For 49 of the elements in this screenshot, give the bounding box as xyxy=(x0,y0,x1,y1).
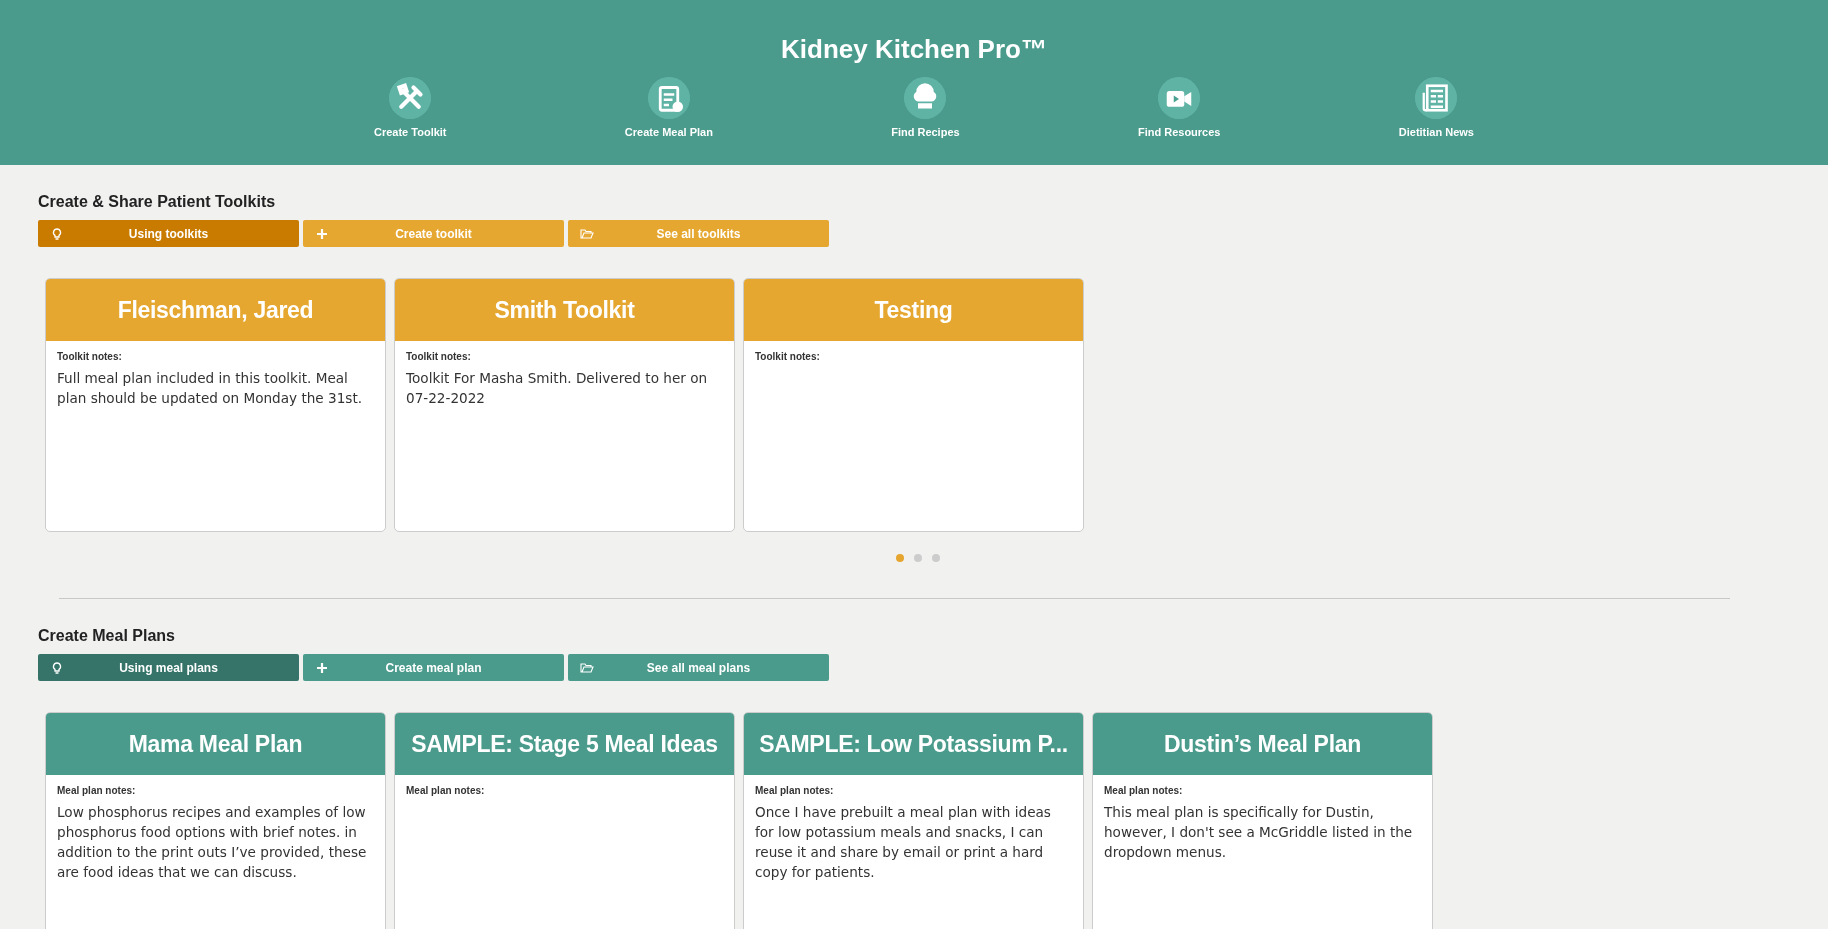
pager-dot[interactable] xyxy=(896,554,904,562)
card-notes: This meal plan is specifically for Dustin, however, I don't see a McGriddle listed in the dropdown menus. xyxy=(1104,803,1414,862)
action-button[interactable]: See all toolkits xyxy=(568,220,829,247)
action-button[interactable]: Create meal plan xyxy=(303,654,564,681)
card-title: Testing xyxy=(744,279,1083,341)
nav-link[interactable]: Find Recipes xyxy=(891,77,960,138)
card-title: Dustin’s Meal Plan xyxy=(1093,713,1432,775)
plan-card[interactable]: Fleischman, Jared Toolkit notes: Full meal plan included in this toolkit. Meal plan should be updated on Monday the 31st. xyxy=(45,278,386,532)
folder-icon xyxy=(580,660,594,675)
action-button[interactable]: Using meal plans xyxy=(38,654,299,681)
action-button[interactable]: Using toolkits xyxy=(38,220,299,247)
plan-card[interactable]: Testing Toolkit notes: xyxy=(743,278,1084,532)
folder-icon xyxy=(580,226,594,241)
lightbulb-icon xyxy=(50,226,64,241)
nav-link[interactable]: Dietitian News xyxy=(1398,77,1474,138)
pager-dot[interactable] xyxy=(932,554,940,562)
card-notes: Once I have prebuilt a meal plan with ideas for low potassium meals and snacks, I can reuse it and share by email or print a hard copy for patients. xyxy=(755,803,1052,882)
card-notes: Toolkit For Masha Smith. Delivered to her on 07-22-2022 xyxy=(406,369,709,408)
notes-label: Meal plan notes: xyxy=(57,785,137,796)
card-notes: Low phosphorus recipes and examples of low phosphorus food options with brief notes. in addition to the print outs I’ve provided, these are food ideas that we can discuss. xyxy=(57,803,368,882)
app-title: Kidney Kitchen Pro™ xyxy=(781,34,1047,65)
notes-label: Toolkit notes: xyxy=(755,351,821,362)
action-button[interactable]: See all meal plans xyxy=(568,654,829,681)
card-title: Smith Toolkit xyxy=(395,279,734,341)
plus-icon xyxy=(315,226,329,241)
action-button[interactable]: Create toolkit xyxy=(303,220,564,247)
section-heading: Create & Share Patient Toolkits xyxy=(38,193,277,211)
nav-link[interactable]: Create Meal Plan xyxy=(624,77,713,138)
section-heading: Create Meal Plans xyxy=(38,627,176,645)
card-title: Fleischman, Jared xyxy=(46,279,385,341)
card-title: Mama Meal Plan xyxy=(46,713,385,775)
lightbulb-icon xyxy=(50,660,64,675)
card-title: SAMPLE: Stage 5 Meal Ideas xyxy=(395,713,734,775)
plan-card[interactable] xyxy=(45,712,386,929)
notes-label: Toolkit notes: xyxy=(57,351,123,362)
pager-dot[interactable] xyxy=(914,554,922,562)
plus-icon xyxy=(315,660,329,675)
plan-card[interactable]: SAMPLE: Stage 5 Meal Ideas Meal plan notes: xyxy=(394,712,735,929)
nav-link[interactable]: Find Resources xyxy=(1137,77,1221,138)
plan-card[interactable]: SAMPLE: Low Potassium P... Meal plan notes: Once I have prebuilt a meal plan with ideas for low potassium meals and snacks, I can reuse it and share by email or print a hard copy for patients. xyxy=(743,712,1084,929)
nav-link[interactable]: Create Toolkit xyxy=(374,77,447,138)
plan-card[interactable]: Smith Toolkit Toolkit notes: Toolkit For Masha Smith. Delivered to her on 07-22-2022 xyxy=(394,278,735,532)
card-title: SAMPLE: Low Potassium P... xyxy=(744,713,1083,775)
notes-label: Meal plan notes: xyxy=(1104,785,1184,796)
notes-label: Meal plan notes: xyxy=(406,785,486,796)
notes-label: Toolkit notes: xyxy=(406,351,472,362)
notes-label: Meal plan notes: xyxy=(755,785,835,796)
plan-card[interactable]: Dustin’s Meal Plan Meal plan notes: This meal plan is specifically for Dustin, however, I don't see a McGriddle listed in the dropdown menus. xyxy=(1092,712,1433,929)
card-notes: Full meal plan included in this toolkit. Meal plan should be updated on Monday the 31st. xyxy=(57,369,364,408)
